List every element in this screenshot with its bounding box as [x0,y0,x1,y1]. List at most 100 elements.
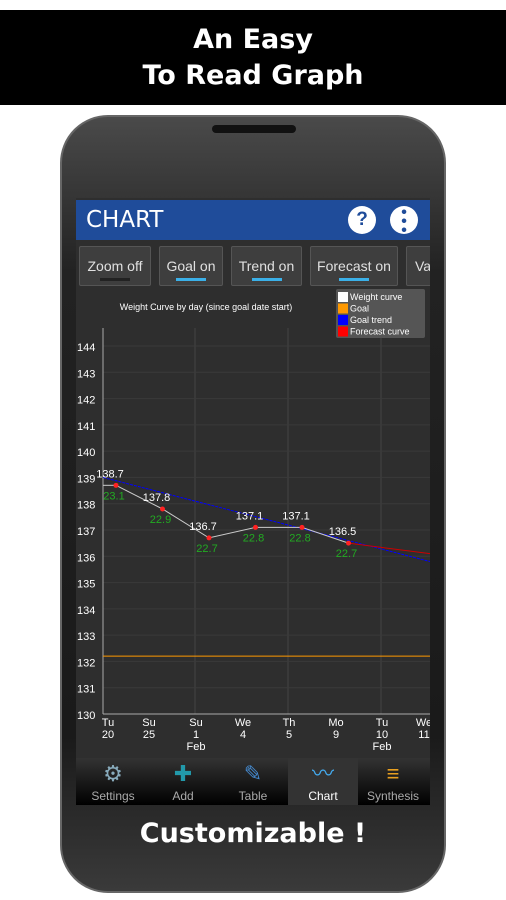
y-tick-label: 144 [77,342,95,354]
app-screen: CHART ? • • • Zoom off Goal on Trend on Fo… [76,198,430,805]
button-label: Va [415,258,430,274]
button-label: Goal on [166,258,216,274]
add-icon: ✚ [173,761,193,786]
y-tick-label: 131 [77,684,95,696]
trend-toggle-button[interactable]: Trend on [231,246,302,286]
tab-label: Table [238,789,268,803]
x-tick-label: Tu [102,717,114,729]
y-tick-label: 135 [77,579,95,591]
weight-point [113,482,119,488]
toggle-bar: Zoom off Goal on Trend on Forecast on Va [76,244,430,288]
bmi-value-label: 22.8 [243,532,264,544]
weight-point [299,524,305,530]
promo-banner: An Easy To Read Graph [0,10,506,105]
legend-swatch [338,292,348,302]
tab-settings[interactable]: ⚙ Settings [78,758,148,805]
notepad-icon: ✎ [243,761,263,786]
x-tick-label: Tu [376,717,388,729]
x-tick-label: 10 [376,729,388,741]
x-tick-label: 1 [193,729,199,741]
tab-chart[interactable]: 〰 Chart [288,758,358,805]
toggle-indicator [339,278,369,281]
x-tick-label: 9 [333,729,339,741]
forecast-toggle-button[interactable]: Forecast on [310,246,398,286]
button-label: Trend on [238,258,295,274]
tab-label: Settings [91,789,135,803]
banner-line-2: To Read Graph [142,60,364,91]
more-vertical-icon[interactable]: • • • [390,205,418,239]
tab-label: Chart [308,789,338,803]
toggle-indicator [100,278,130,281]
app-bar: CHART ? • • • [76,200,430,240]
forecast-line [348,542,430,555]
button-label: Zoom off [87,258,143,274]
y-tick-label: 140 [77,447,95,459]
weight-point [206,535,212,541]
weight-point [160,506,165,512]
x-tick-label: Feb [373,741,392,753]
tab-label: Synthesis [366,789,420,803]
legend-swatch [338,326,348,337]
help-icon[interactable]: ? [348,206,376,234]
y-tick-label: 130 [77,710,95,722]
y-tick-label: 143 [77,368,95,380]
weight-value-label: 136.7 [189,521,217,533]
tab-synthesis[interactable]: ≡ Synthesis [358,758,428,805]
weight-value-label: 137.1 [282,510,310,522]
banner-line-1: An Easy [193,24,313,55]
y-tick-label: 141 [77,421,95,433]
legend-label: Weight curve [350,292,402,302]
weight-value-label: 138.7 [96,468,124,480]
x-tick-label: Su [142,717,155,729]
toggle-indicator [251,278,282,281]
x-tick-label: 25 [143,729,155,741]
x-tick-label: 11 [418,729,429,741]
legend-swatch [338,303,348,314]
goal-toggle-button[interactable]: Goal on [159,246,223,286]
weight-chart[interactable]: Weight Curve by day (since goal date sta… [76,288,430,758]
tab-label: Add [172,789,194,803]
tab-add[interactable]: ✚ Add [148,758,218,805]
y-tick-label: 132 [77,657,95,669]
y-tick-label: 136 [77,552,95,564]
chart-icon: 〰 [311,761,334,786]
legend-swatch [338,315,348,325]
weight-value-label: 137.8 [143,492,171,504]
chart-title: Weight Curve by day (since goal date sta… [120,302,292,312]
phone-speaker [212,125,296,133]
x-tick-label: 20 [102,729,114,741]
x-tick-label: 4 [240,729,246,741]
page-title: CHART [86,207,164,233]
bottom-tab-bar: ⚙ Settings ✚ Add ✎ Table 〰 Chart ≡ Synthesis [76,758,430,805]
bmi-value-label: 22.7 [336,548,357,560]
weight-value-label: 136.5 [329,526,357,538]
document-icon: ≡ [386,761,400,786]
y-tick-label: 142 [77,395,95,407]
weight-point [346,540,351,546]
tab-table[interactable]: ✎ Table [218,758,288,805]
x-tick-label: Mo [328,717,343,729]
footer-caption: Customizable ! [139,818,367,849]
x-tick-label: Th [283,717,296,729]
y-tick-label: 137 [77,526,95,538]
bmi-value-label: 23.1 [103,490,124,502]
y-tick-label: 134 [77,605,95,617]
y-tick-label: 139 [77,473,95,485]
bmi-value-label: 22.7 [196,543,217,555]
y-tick-label: 133 [77,631,95,643]
values-toggle-button[interactable]: Va [406,246,430,286]
zoom-toggle-button[interactable]: Zoom off [79,246,151,286]
toggle-indicator [176,278,206,281]
x-tick-label: We [235,717,251,729]
bmi-value-label: 22.9 [150,514,171,526]
x-tick-label: Feb [187,741,206,753]
legend-label: Goal trend [350,315,392,325]
weight-point [253,524,258,530]
y-tick-label: 138 [77,500,95,512]
x-tick-label: 5 [286,729,292,741]
x-tick-label: We [416,717,430,729]
legend-label: Goal [350,304,369,314]
bmi-value-label: 22.8 [289,532,310,544]
weight-value-label: 137.1 [236,510,264,522]
legend-label: Forecast curve [350,327,410,337]
